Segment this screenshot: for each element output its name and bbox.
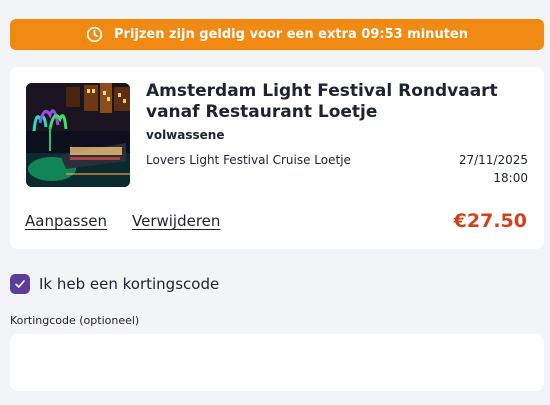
tour-option: Lovers Light Festival Cruise Loetje: [146, 153, 351, 167]
discount-checkbox[interactable]: [10, 274, 30, 294]
checkmark-icon: [15, 280, 25, 288]
cart-item-card: Amsterdam Light Festival Rondvaart vanaf…: [10, 67, 544, 249]
banner-text: Prijzen zijn geldig voor een extra 09:53…: [114, 27, 468, 42]
item-price: €27.50: [453, 210, 527, 232]
discount-code-input[interactable]: [10, 334, 544, 391]
tour-title: Amsterdam Light Festival Rondvaart vanaf…: [146, 81, 498, 122]
tour-time: 18:00: [493, 171, 528, 185]
tour-thumbnail: [26, 83, 130, 187]
discount-field-label: Kortingcode (optioneel): [10, 314, 140, 327]
remove-button[interactable]: Verwijderen: [132, 212, 220, 230]
clock-icon: [86, 26, 103, 43]
tour-date: 27/11/2025: [458, 153, 528, 167]
edit-button[interactable]: Aanpassen: [25, 212, 107, 230]
price-validity-banner: Prijzen zijn geldig voor een extra 09:53…: [10, 19, 544, 50]
discount-toggle-label: Ik heb een kortingscode: [39, 275, 220, 293]
ticket-audience: volwassene: [146, 128, 225, 142]
discount-code-toggle[interactable]: Ik heb een kortingscode: [10, 274, 219, 294]
